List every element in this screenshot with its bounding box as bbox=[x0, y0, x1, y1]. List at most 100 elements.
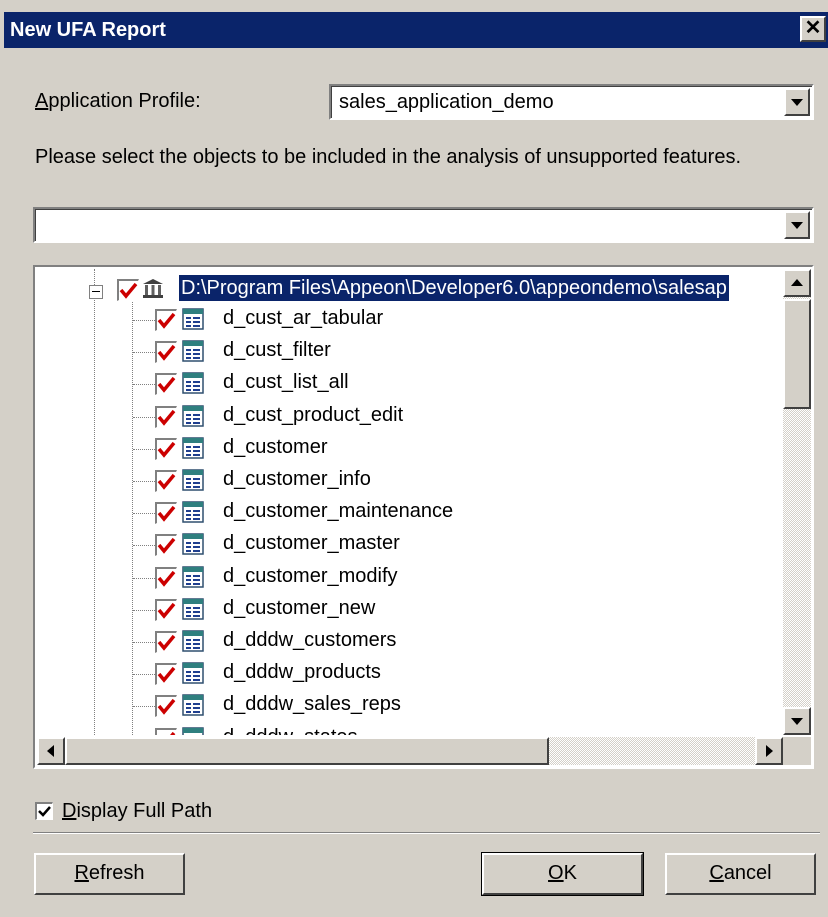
tree-item-row[interactable]: d_cust_filter bbox=[37, 336, 781, 368]
refresh-button[interactable]: Refresh bbox=[34, 853, 185, 895]
application-profile-combo[interactable]: sales_application_demo bbox=[329, 84, 814, 120]
datawindow-icon bbox=[182, 565, 204, 588]
item-checkbox[interactable] bbox=[155, 663, 177, 686]
tree-connector bbox=[133, 352, 155, 354]
collapse-icon[interactable] bbox=[89, 285, 103, 299]
tree-item-label: d_dddw_customers bbox=[223, 629, 397, 651]
filter-dropdown-button[interactable] bbox=[784, 211, 810, 239]
item-checkbox[interactable] bbox=[155, 437, 177, 460]
ok-button[interactable]: OK bbox=[481, 852, 644, 896]
datawindow-icon bbox=[182, 533, 204, 556]
datawindow-icon bbox=[182, 404, 204, 427]
chevron-down-icon bbox=[791, 222, 803, 229]
arrow-down-icon bbox=[791, 718, 803, 725]
checkmark-icon bbox=[169, 731, 176, 735]
datawindow-icon bbox=[182, 662, 204, 684]
application-profile-value: sales_application_demo bbox=[339, 91, 554, 113]
checkmark-icon bbox=[157, 602, 176, 619]
checkmark-icon bbox=[119, 282, 138, 299]
checkmark-icon bbox=[157, 312, 176, 329]
checkmark-icon bbox=[157, 634, 176, 651]
item-checkbox[interactable] bbox=[155, 566, 177, 589]
datawindow-icon bbox=[182, 469, 204, 491]
tree-item-row[interactable]: d_cust_product_edit bbox=[37, 401, 781, 433]
tree-item-label: d_dddw_states bbox=[223, 724, 358, 735]
tree-connector bbox=[133, 320, 155, 321]
tree-item-row[interactable]: d_dddw_products bbox=[37, 658, 781, 690]
display-full-path-label[interactable]: Display Full Path bbox=[62, 798, 212, 824]
scroll-down-button[interactable] bbox=[783, 707, 811, 735]
item-checkbox[interactable] bbox=[155, 631, 177, 653]
tree-connector bbox=[133, 609, 155, 611]
scrollbar-corner bbox=[783, 737, 811, 765]
tree-item-row[interactable]: d_cust_list_all bbox=[37, 368, 781, 400]
tree-item-row[interactable]: d_dddw_sales_reps bbox=[37, 690, 781, 722]
tree-item-row[interactable]: d_customer_master bbox=[37, 529, 781, 561]
item-checkbox[interactable] bbox=[155, 309, 177, 331]
item-checkbox[interactable] bbox=[155, 502, 177, 525]
datawindow-icon bbox=[182, 694, 204, 717]
tree-item-label: d_customer_modify bbox=[223, 564, 398, 587]
object-tree[interactable]: D:\Program Files\Appeon\Developer6.0\app… bbox=[33, 265, 814, 769]
item-checkbox[interactable] bbox=[155, 534, 177, 557]
datawindow-icon bbox=[182, 340, 204, 362]
tree-connector bbox=[133, 577, 155, 579]
tree-connector bbox=[133, 674, 155, 676]
datawindow-icon bbox=[182, 630, 204, 652]
tree-item-label: d_cust_filter bbox=[223, 339, 331, 362]
tree-item-label: d_dddw_products bbox=[223, 661, 381, 684]
title-bar: New UFA Report ✕ bbox=[4, 12, 828, 48]
item-checkbox[interactable] bbox=[155, 695, 177, 718]
horizontal-scrollbar[interactable] bbox=[37, 737, 783, 765]
vertical-scrollbar[interactable] bbox=[783, 269, 811, 735]
profile-dropdown-button[interactable] bbox=[784, 88, 810, 116]
filter-combo[interactable] bbox=[33, 207, 814, 243]
tree-connector bbox=[133, 384, 155, 386]
application-profile-label: Application Profile: bbox=[35, 90, 201, 112]
datawindow-icon bbox=[182, 308, 204, 330]
tree-item-label: d_customer bbox=[223, 435, 328, 458]
tree-item-row[interactable]: d_customer_new bbox=[37, 594, 781, 626]
scroll-right-button[interactable] bbox=[755, 737, 783, 765]
display-full-path-checkbox[interactable] bbox=[35, 802, 53, 820]
tree-item-row[interactable]: d_dddw_customers bbox=[37, 626, 781, 658]
checkmark-icon bbox=[157, 667, 176, 683]
close-icon: ✕ bbox=[804, 17, 822, 39]
checkmark-icon bbox=[157, 699, 176, 716]
tree-item-row[interactable]: d_customer_info bbox=[37, 465, 781, 497]
tree-connector bbox=[133, 706, 155, 708]
tree-item-label: d_customer_new bbox=[223, 596, 376, 619]
checkmark-icon bbox=[157, 538, 176, 555]
root-checkbox[interactable] bbox=[117, 279, 139, 301]
separator bbox=[33, 832, 820, 834]
window-title: New UFA Report bbox=[10, 19, 166, 41]
datawindow-icon bbox=[182, 437, 204, 459]
vertical-scroll-thumb[interactable] bbox=[783, 299, 811, 409]
item-checkbox[interactable] bbox=[155, 598, 177, 621]
item-checkbox[interactable] bbox=[155, 470, 177, 492]
tree-item-row[interactable]: d_customer_maintenance bbox=[37, 497, 781, 529]
datawindow-icon bbox=[182, 372, 204, 395]
tree-item-row[interactable]: d_cust_ar_tabular bbox=[37, 304, 781, 336]
tree-item-row[interactable]: d_customer_modify bbox=[37, 562, 781, 594]
tree-item-label: d_cust_product_edit bbox=[223, 403, 404, 426]
checkmark-icon bbox=[157, 473, 176, 490]
item-checkbox[interactable] bbox=[155, 405, 177, 428]
tree-item-row[interactable]: d_customer bbox=[37, 433, 781, 465]
scroll-up-button[interactable] bbox=[783, 269, 811, 297]
item-checkbox[interactable] bbox=[155, 727, 177, 735]
tree-item-label: d_dddw_sales_reps bbox=[223, 693, 401, 716]
arrow-left-icon bbox=[47, 745, 54, 757]
tree-item-label: d_customer_master bbox=[223, 532, 400, 555]
scroll-left-button[interactable] bbox=[37, 737, 65, 765]
horizontal-scroll-thumb[interactable] bbox=[65, 737, 549, 765]
tree-item-row[interactable]: d_dddw_states bbox=[37, 723, 781, 735]
checkmark-icon bbox=[157, 570, 176, 587]
item-checkbox[interactable] bbox=[155, 373, 177, 396]
cancel-button[interactable]: Cancel bbox=[665, 853, 816, 895]
close-button[interactable]: ✕ bbox=[800, 16, 826, 42]
arrow-right-icon bbox=[766, 745, 773, 757]
item-checkbox[interactable] bbox=[155, 341, 177, 364]
tree-root-row[interactable]: D:\Program Files\Appeon\Developer6.0\app… bbox=[37, 273, 781, 305]
tree-connector bbox=[133, 416, 155, 418]
